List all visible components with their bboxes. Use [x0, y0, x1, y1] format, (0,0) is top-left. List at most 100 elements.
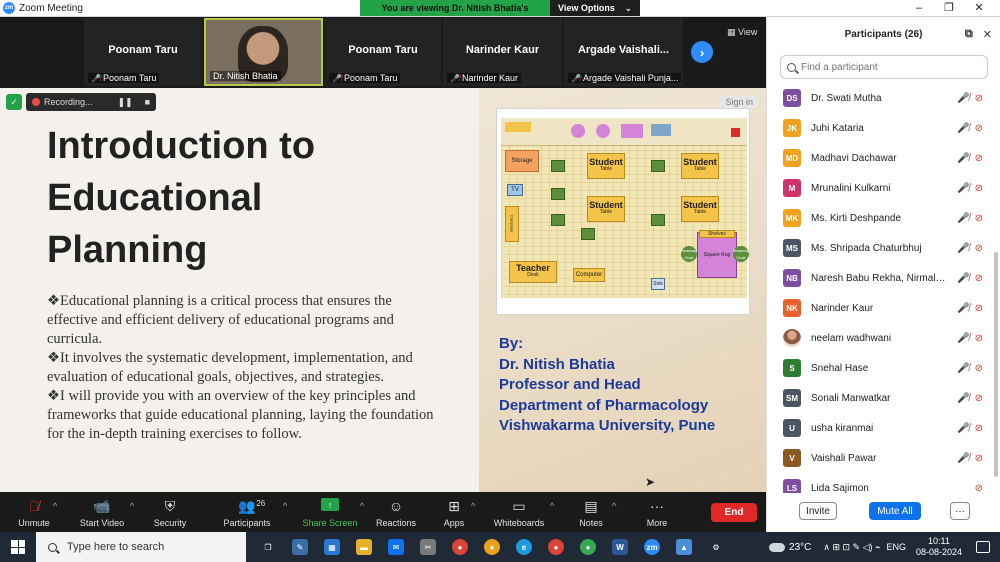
photos-app-button[interactable]: ▲	[668, 532, 700, 562]
participant-row[interactable]: NB Naresh Babu Rekha, Nirmala C... 🎤̸ ⊘	[767, 263, 993, 293]
taskbar-search[interactable]: Type here to search	[36, 532, 246, 562]
video-tile-active[interactable]: Dr. Nitish Bhatia	[204, 18, 323, 86]
participant-row[interactable]: V Vaishali Pawar 🎤̸ ⊘	[767, 443, 993, 473]
tools-app-button[interactable]: ✂	[412, 532, 444, 562]
video-tile[interactable]: Poonam Taru 🎤̸ Poonam Taru	[84, 18, 202, 86]
next-page-button[interactable]: ›	[691, 41, 713, 63]
participants-scrollbar[interactable]	[994, 252, 998, 477]
taskbar-search-placeholder: Type here to search	[67, 541, 165, 553]
task-view-icon: ❐	[260, 539, 276, 555]
share-screen-button[interactable]: ↑ Share Screen	[302, 492, 358, 532]
close-button[interactable]: ✕	[964, 0, 994, 17]
participant-row[interactable]: MD Madhavi Dachawar 🎤̸ ⊘	[767, 143, 993, 173]
microphone-muted-icon: 🎙̸	[28, 498, 40, 514]
edge-app-button[interactable]: e	[508, 532, 540, 562]
mail-app-button[interactable]: ✉	[380, 532, 412, 562]
participant-row[interactable]: S Snehal Hase 🎤̸ ⊘	[767, 353, 993, 383]
recording-indicator: ✓ Recording... ❚❚ ■	[6, 93, 156, 111]
participant-row[interactable]: MS Ms. Shripada Chaturbhuj 🎤̸ ⊘	[767, 233, 993, 263]
video-off-icon: ⊘	[974, 212, 983, 224]
tray-icons[interactable]: ∧ ⊞ ⊡ ✎ ◁) ⌁ ENG	[823, 542, 906, 553]
square-rug: Square Rug	[697, 232, 737, 278]
participant-row[interactable]: neelam wadhwani 🎤̸ ⊘	[767, 323, 993, 353]
maximize-button[interactable]: ❐	[934, 0, 964, 17]
participant-row[interactable]: Uusha kiranmai 🎤̸ ⊘	[767, 413, 993, 443]
close-icon[interactable]: ✕	[983, 28, 992, 41]
student-table: Student Table	[681, 153, 719, 179]
taskbar-clock[interactable]: 10:11 08-08-2024	[916, 536, 962, 558]
chrome-alt-app-button[interactable]: ●	[476, 532, 508, 562]
meeting-toolbar: 🎙̸ Unmute ^ 📹 Start Video ^ ⛨ Security 👥…	[0, 492, 766, 532]
slide-bullet: ❖I will provide you with an overview of …	[47, 388, 434, 442]
store-app-button[interactable]: ▦	[316, 532, 348, 562]
chrome-2-icon: ●	[548, 539, 564, 555]
apps-button[interactable]: ⊞ Apps	[438, 492, 470, 532]
participant-search[interactable]	[780, 55, 988, 79]
more-button[interactable]: ··· More	[640, 492, 674, 532]
invite-button[interactable]: Invite	[799, 502, 837, 520]
whiteboards-button[interactable]: ▭ Whiteboards	[492, 492, 546, 532]
chrome-app-button[interactable]: ●	[444, 532, 476, 562]
participants-options-caret[interactable]: ^	[283, 501, 287, 511]
avatar: MS	[783, 239, 801, 257]
mic-muted-icon: 🎤̸	[957, 452, 970, 464]
mic-muted-icon: 🎤̸	[332, 73, 342, 83]
participants-button[interactable]: 👥 26 Participants	[220, 492, 274, 532]
participant-row[interactable]: LS Lida Sajimon ⊘	[767, 473, 993, 493]
unmute-button[interactable]: 🎙̸ Unmute	[14, 492, 54, 532]
popout-icon[interactable]: ⧉	[965, 28, 973, 41]
tile-label-text: Poonam Taru	[102, 73, 157, 83]
participant-name: Ms. Shripada Chaturbhuj	[811, 242, 922, 254]
start-button[interactable]	[0, 532, 36, 562]
whiteboard-icon: ▭	[512, 498, 526, 514]
more-options-button[interactable]: ···	[950, 502, 970, 520]
file-explorer-app-button[interactable]: ▬	[348, 532, 380, 562]
audio-options-caret[interactable]: ^	[53, 501, 57, 511]
participant-row[interactable]: NK Narinder Kaur 🎤̸ ⊘	[767, 293, 993, 323]
participant-name: usha kiranmai	[811, 422, 874, 434]
settings-app-button[interactable]: ⚙	[700, 532, 732, 562]
participant-row[interactable]: M Mrunalini Kulkarni 🎤̸ ⊘	[767, 173, 993, 203]
participant-row[interactable]: JK Juhi Kataria 🎤̸ ⊘	[767, 113, 993, 143]
temperature: 23°C	[789, 541, 812, 553]
video-tile[interactable]: Argade Vaishali... 🎤̸ Argade Vaishali Pun…	[564, 18, 683, 86]
zoom-app-button[interactable]: zm	[636, 532, 668, 562]
view-options-button[interactable]: View Options ⌄	[550, 0, 640, 16]
chrome-3-app-button[interactable]: ●	[572, 532, 604, 562]
whiteboards-options-caret[interactable]: ^	[550, 501, 554, 511]
reactions-button[interactable]: ☺ Reactions	[374, 492, 418, 532]
apps-options-caret[interactable]: ^	[471, 501, 475, 511]
participant-row[interactable]: MK Ms. Kirti Deshpande 🎤̸ ⊘	[767, 203, 993, 233]
notes-options-caret[interactable]: ^	[612, 501, 616, 511]
video-tile[interactable]: Narinder Kaur 🎤̸ Narinder Kaur	[443, 18, 562, 86]
start-video-button[interactable]: 📹 Start Video	[76, 492, 128, 532]
notes-app-app-button[interactable]: ✎	[284, 532, 316, 562]
video-tile[interactable]: Poonam Taru 🎤̸ Poonam Taru	[325, 18, 441, 86]
tile-label: 🎤̸ Narinder Kaur	[447, 73, 521, 83]
tools-icon: ✂	[420, 539, 436, 555]
beanbag-label: Beanbag Chair	[681, 246, 698, 262]
chrome-2-app-button[interactable]: ●	[540, 532, 572, 562]
view-button[interactable]: ▦ View	[727, 27, 757, 38]
notes-button[interactable]: ▤ Notes	[574, 492, 608, 532]
notification-icon[interactable]	[976, 541, 990, 553]
end-meeting-button[interactable]: End	[711, 503, 757, 522]
participant-row[interactable]: SM Sonali Manwatkar 🎤̸ ⊘	[767, 383, 993, 413]
video-options-caret[interactable]: ^	[130, 501, 134, 511]
task-view-app-button[interactable]: ❐	[252, 532, 284, 562]
participant-search-input[interactable]	[801, 61, 981, 73]
minimize-button[interactable]: –	[904, 0, 934, 17]
security-button[interactable]: ⛨ Security	[148, 492, 192, 532]
mic-muted-icon: 🎤̸	[957, 152, 970, 164]
share-options-caret[interactable]: ^	[360, 501, 364, 511]
stop-recording-button[interactable]: ■	[145, 97, 150, 107]
participant-row[interactable]: DS Dr. Swati Mutha 🎤̸ ⊘	[767, 83, 993, 113]
language-indicator[interactable]: ENG	[886, 542, 906, 553]
weather-widget[interactable]: 23°C	[769, 542, 811, 553]
pause-recording-button[interactable]: ❚❚	[117, 97, 132, 108]
word-app-button[interactable]: W	[604, 532, 636, 562]
mute-all-button[interactable]: Mute All	[869, 502, 921, 520]
participant-name: Narinder Kaur	[811, 302, 874, 314]
participant-name: Mrunalini Kulkarni	[811, 182, 891, 194]
shield-icon[interactable]: ✓	[6, 94, 22, 110]
